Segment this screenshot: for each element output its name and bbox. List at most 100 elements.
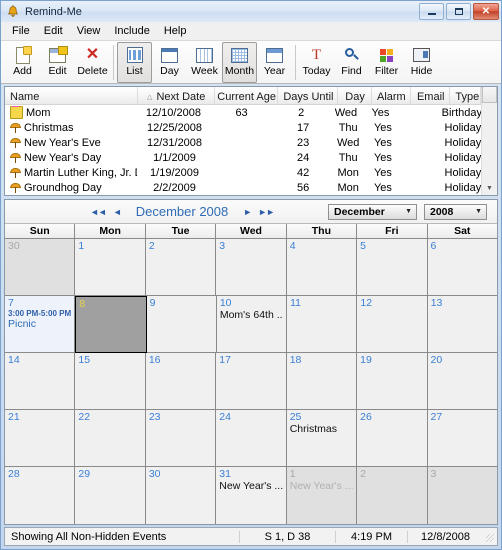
event-title[interactable]: Mom's 64th ...: [220, 309, 283, 321]
year-select[interactable]: 2008 ▼: [424, 204, 487, 220]
day-number: 15: [78, 354, 141, 366]
toolbar-month-button[interactable]: Month: [222, 42, 257, 83]
toolbar-find-button[interactable]: Find: [334, 42, 369, 83]
last-month-button[interactable]: ►►: [258, 207, 274, 217]
event-title[interactable]: New Year's ...: [290, 480, 353, 492]
calendar-day-cell[interactable]: 22: [75, 410, 145, 467]
toolbar-day-label: Day: [160, 65, 179, 77]
calendar-day-cell[interactable]: 16: [146, 353, 216, 410]
menu-help[interactable]: Help: [157, 23, 194, 39]
calendar-day-cell[interactable]: 29: [75, 467, 145, 524]
table-row[interactable]: Groundhog Day2/2/200956MonYesHoliday: [5, 180, 481, 195]
scroll-down-icon[interactable]: ▼: [486, 181, 493, 195]
calendar-day-cell[interactable]: 15: [75, 353, 145, 410]
column-header-email-label: Email: [417, 91, 445, 103]
event-title[interactable]: Picnic: [8, 318, 71, 330]
day-number: 17: [219, 354, 282, 366]
column-header-alarm[interactable]: Alarm: [372, 87, 411, 104]
menu-edit[interactable]: Edit: [37, 23, 70, 39]
calendar-day-cell[interactable]: 1New Year's ...: [287, 467, 357, 524]
cell-days-until: 17: [274, 122, 332, 134]
table-row[interactable]: New Year's Eve12/31/200823WedYesHoliday: [5, 135, 481, 150]
calendar-day-cell[interactable]: 30: [146, 467, 216, 524]
calendar-day-cell[interactable]: 20: [428, 353, 497, 410]
toolbar-hide-button[interactable]: Hide: [404, 42, 439, 83]
list-vertical-scrollbar[interactable]: ▲ ▼: [481, 87, 497, 195]
resize-grip-icon[interactable]: [483, 531, 495, 543]
calendar-day-cell[interactable]: 19: [357, 353, 427, 410]
toolbar-delete-button[interactable]: ✕ Delete: [75, 42, 110, 83]
day-number: 30: [8, 240, 71, 252]
cell-type: Holiday: [440, 167, 481, 179]
cell-days-until: 2: [272, 107, 330, 119]
toolbar-add-button[interactable]: Add: [5, 42, 40, 83]
toolbar-filter-button[interactable]: Filter: [369, 42, 404, 83]
table-row[interactable]: Martin Luther King, Jr. Day1/19/200942Mo…: [5, 165, 481, 180]
close-button[interactable]: ✕: [473, 3, 499, 20]
calendar-day-cell[interactable]: 4: [287, 239, 357, 296]
column-header-email[interactable]: Email: [411, 87, 450, 104]
calendar-day-cell[interactable]: 3: [428, 467, 497, 524]
cake-icon: [10, 106, 23, 119]
table-row[interactable]: Christmas12/25/200817ThuYesHoliday: [5, 120, 481, 135]
calendar-pane: ◄◄ ◄ December 2008 ► ►► December ▼ 2008 …: [4, 199, 498, 525]
calendar-day-cell[interactable]: 2: [146, 239, 216, 296]
column-header-next-date[interactable]: △ Next Date: [138, 87, 215, 104]
toolbar-find-label: Find: [341, 65, 361, 77]
day-number: 6: [431, 240, 494, 252]
toolbar-today-button[interactable]: T Today: [299, 42, 334, 83]
table-row[interactable]: Mom12/10/2008632WedYesBirthday: [5, 105, 481, 120]
calendar-day-cell[interactable]: 6: [428, 239, 497, 296]
first-month-button[interactable]: ◄◄: [90, 207, 106, 217]
toolbar-list-button[interactable]: List: [117, 42, 152, 83]
toolbar-edit-button[interactable]: Edit: [40, 42, 75, 83]
table-row[interactable]: New Year's Day1/1/200924ThuYesHoliday: [5, 150, 481, 165]
calendar-day-cell[interactable]: 8: [75, 296, 146, 353]
calendar-day-cell[interactable]: 12: [357, 296, 427, 353]
calendar-day-cell[interactable]: 25Christmas: [287, 410, 357, 467]
month-select[interactable]: December ▼: [328, 204, 417, 220]
cell-day: Thu: [332, 122, 364, 134]
prev-month-button[interactable]: ◄: [113, 207, 121, 217]
calendar-day-cell[interactable]: 5: [357, 239, 427, 296]
calendar-day-cell[interactable]: 26: [357, 410, 427, 467]
calendar-day-cell[interactable]: 23: [146, 410, 216, 467]
calendar-day-cell[interactable]: 10Mom's 64th ...: [217, 296, 287, 353]
column-header-type[interactable]: Type: [450, 87, 481, 104]
calendar-day-cell[interactable]: 30: [5, 239, 75, 296]
next-month-button[interactable]: ►: [243, 207, 251, 217]
calendar-day-cell[interactable]: 3: [216, 239, 286, 296]
toolbar-week-button[interactable]: Week: [187, 42, 222, 83]
calendar-day-cell[interactable]: 14: [5, 353, 75, 410]
column-header-name[interactable]: Name: [5, 87, 138, 104]
toolbar-day-button[interactable]: Day: [152, 42, 187, 83]
maximize-button[interactable]: [446, 3, 471, 20]
calendar-day-cell[interactable]: 28: [5, 467, 75, 524]
event-title[interactable]: Christmas: [290, 423, 353, 435]
menu-include[interactable]: Include: [107, 23, 156, 39]
calendar-day-cell[interactable]: 17: [216, 353, 286, 410]
menu-view[interactable]: View: [70, 23, 108, 39]
column-header-days-until[interactable]: Days Until: [278, 87, 338, 104]
calendar-day-cell[interactable]: 21: [5, 410, 75, 467]
calendar-day-cell[interactable]: 31New Year's ...: [216, 467, 286, 524]
column-header-day[interactable]: Day: [338, 87, 371, 104]
calendar-day-cell[interactable]: 73:00 PM-5:00 PMPicnic: [5, 296, 75, 353]
calendar-day-cell[interactable]: 9: [147, 296, 217, 353]
day-number: 3: [219, 240, 282, 252]
toolbar-year-button[interactable]: Year: [257, 42, 292, 83]
calendar-day-cell[interactable]: 27: [428, 410, 497, 467]
calendar-day-cell[interactable]: 11: [287, 296, 357, 353]
scrollbar-thumb[interactable]: [482, 86, 497, 103]
calendar-day-cell[interactable]: 18: [287, 353, 357, 410]
calendar-day-cell[interactable]: 24: [216, 410, 286, 467]
calendar-day-cell[interactable]: 13: [428, 296, 497, 353]
cell-next-date: 12/10/2008: [136, 107, 211, 119]
menu-file[interactable]: File: [5, 23, 37, 39]
column-header-current-age[interactable]: Current Age: [215, 87, 279, 104]
calendar-day-cell[interactable]: 1: [75, 239, 145, 296]
cell-next-date: 12/31/2008: [137, 137, 212, 149]
calendar-day-cell[interactable]: 2: [357, 467, 427, 524]
event-title[interactable]: New Year's ...: [219, 480, 282, 492]
minimize-button[interactable]: [419, 3, 444, 20]
